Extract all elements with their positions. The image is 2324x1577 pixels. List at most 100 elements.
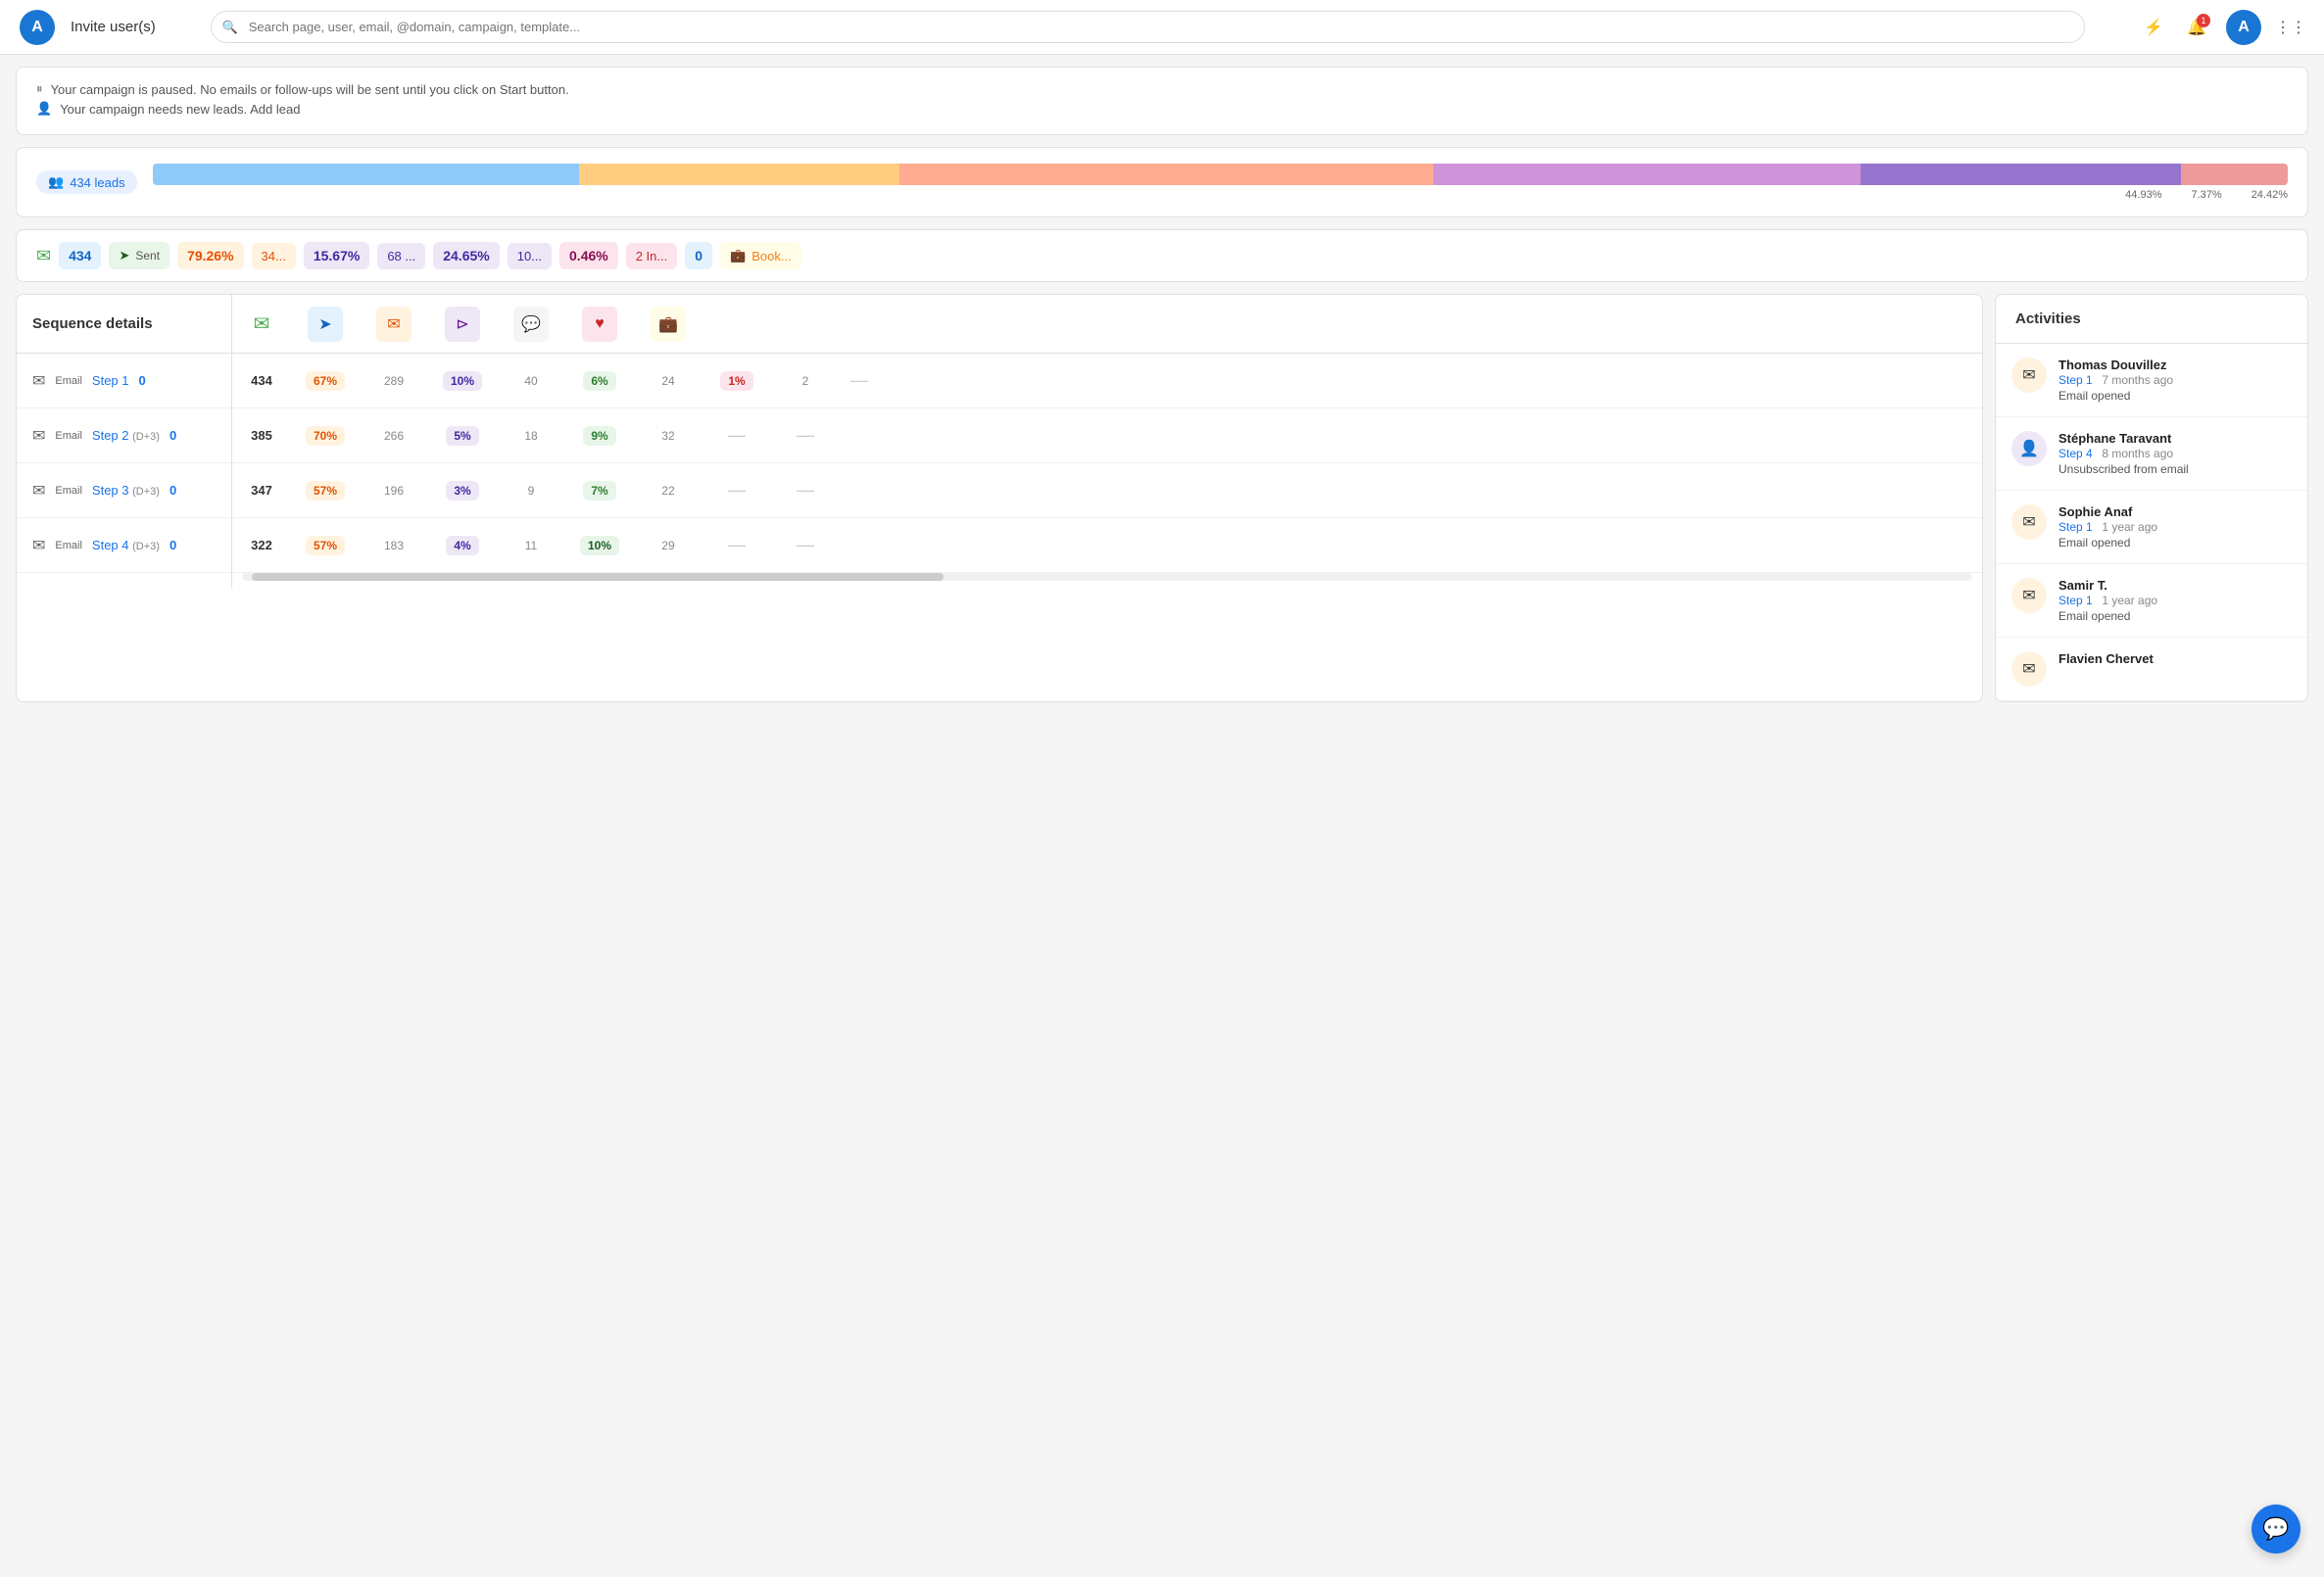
r1-click-pct: 10% bbox=[428, 373, 497, 388]
stat-val1[interactable]: 34... bbox=[252, 243, 296, 269]
r2-sent: 385 bbox=[232, 428, 291, 443]
r2-open-pct: 70% bbox=[291, 428, 360, 443]
step-row-4: ✉ Email Step 4 (D+3) 0 bbox=[17, 518, 231, 573]
stat-pct4[interactable]: 0.46% bbox=[559, 242, 618, 269]
sent-arrow-icon: ➤ bbox=[119, 248, 129, 263]
col-reply-btn[interactable]: 💬 bbox=[513, 307, 549, 342]
act-desc-1: Email opened bbox=[2058, 389, 2292, 403]
sequence-panel: Sequence details ✉ Email Step 1 0 ✉ Emai… bbox=[16, 294, 1983, 702]
email-icon-step1: ✉ bbox=[32, 371, 45, 391]
r1-open-num: 289 bbox=[360, 374, 428, 388]
email-icon-step2: ✉ bbox=[32, 426, 45, 446]
col-brief-icon: 💼 bbox=[634, 307, 702, 342]
act-step-2[interactable]: Step 4 bbox=[2058, 447, 2093, 460]
stat-val6[interactable]: 💼 Book... bbox=[720, 242, 801, 269]
r3-reply-pct: 7% bbox=[565, 483, 634, 498]
bar-orange[interactable]: = Opened / Sent Click to show related ac… bbox=[579, 164, 899, 185]
activity-item-2: 👤 Stéphane Taravant Step 4 8 months ago … bbox=[1996, 417, 2307, 491]
lightning-icon[interactable]: ⚡ bbox=[2140, 14, 2167, 41]
act-avatar-1: ✉ bbox=[2011, 358, 2047, 393]
step3-link[interactable]: Step 3 (D+3) bbox=[92, 483, 160, 498]
stat-val5[interactable]: 0 bbox=[685, 242, 712, 269]
act-time-1: 7 months ago bbox=[2102, 373, 2173, 387]
step2-link[interactable]: Step 2 (D+3) bbox=[92, 428, 160, 443]
step4-link[interactable]: Step 4 (D+3) bbox=[92, 538, 160, 552]
bell-icon[interactable]: 🔔 1 bbox=[2183, 14, 2210, 41]
seq-left: Sequence details ✉ Email Step 1 0 ✉ Emai… bbox=[17, 295, 232, 589]
act-time-4: 1 year ago bbox=[2102, 594, 2157, 607]
r2-bounce-num: — bbox=[771, 425, 840, 446]
step-row-1: ✉ Email Step 1 0 bbox=[17, 354, 231, 408]
grid-icon[interactable]: ⋮⋮ bbox=[2277, 14, 2304, 41]
banner: ⏸ Your campaign is paused. No emails or … bbox=[16, 67, 2308, 135]
col-brief-btn[interactable]: 💼 bbox=[651, 307, 686, 342]
activity-item-3: ✉ Sophie Anaf Step 1 1 year ago Email op… bbox=[1996, 491, 2307, 564]
col-heart-btn[interactable]: ♥ bbox=[582, 307, 617, 342]
r4-click-pct: 4% bbox=[428, 538, 497, 552]
r1-reply-num: 24 bbox=[634, 374, 702, 388]
col-open-btn[interactable]: ✉ bbox=[376, 307, 412, 342]
r1-bounce-pct: 1% bbox=[702, 373, 771, 388]
act-meta-2: Step 4 8 months ago bbox=[2058, 446, 2292, 460]
r1-click-num: 40 bbox=[497, 374, 565, 388]
r3-sent: 347 bbox=[232, 483, 291, 498]
stat-val3[interactable]: 10... bbox=[508, 243, 552, 269]
stat-pct3[interactable]: 24.65% bbox=[433, 242, 499, 269]
step1-link[interactable]: Step 1 bbox=[92, 373, 129, 388]
seq-right-inner: ✉ ➤ ✉ ⊳ 💬 ♥ bbox=[232, 295, 1982, 581]
r4-open-num: 183 bbox=[360, 539, 428, 552]
act-time-2: 8 months ago bbox=[2102, 447, 2173, 460]
stat-val2[interactable]: 68 ... bbox=[377, 243, 425, 269]
stat-val4[interactable]: 2 In... bbox=[626, 243, 678, 269]
r3-open-pct: 57% bbox=[291, 483, 360, 498]
data-row-4: 322 57% 183 4% 11 10% 29 — — bbox=[232, 518, 1982, 573]
act-desc-2: Unsubscribed from email bbox=[2058, 462, 2292, 476]
r4-click-num: 11 bbox=[497, 539, 565, 552]
search-input[interactable] bbox=[211, 11, 2085, 43]
r1-reply-pct: 6% bbox=[565, 373, 634, 388]
act-step-1[interactable]: Step 1 bbox=[2058, 373, 2093, 387]
act-desc-4: Email opened bbox=[2058, 609, 2292, 623]
chat-button[interactable]: 💬 bbox=[2251, 1505, 2300, 1553]
scrollbar-thumb[interactable] bbox=[252, 573, 944, 581]
stat-count[interactable]: 434 bbox=[59, 242, 101, 269]
col-send-btn[interactable]: ➤ bbox=[308, 307, 343, 342]
act-name-2: Stéphane Taravant bbox=[2058, 431, 2292, 446]
seq-title: Sequence details bbox=[17, 295, 231, 354]
header-title: Invite user(s) bbox=[71, 19, 156, 35]
col-click-btn[interactable]: ⊳ bbox=[445, 307, 480, 342]
activity-item-1: ✉ Thomas Douvillez Step 1 7 months ago E… bbox=[1996, 344, 2307, 417]
table-outer: Sequence details ✉ Email Step 1 0 ✉ Emai… bbox=[17, 295, 1982, 589]
header-icons: ⚡ 🔔 1 A ⋮⋮ bbox=[2140, 10, 2304, 45]
email-icon-step3: ✉ bbox=[32, 481, 45, 501]
act-step-4[interactable]: Step 1 bbox=[2058, 594, 2093, 607]
act-avatar-3: ✉ bbox=[2011, 504, 2047, 540]
avatar-right[interactable]: A bbox=[2226, 10, 2261, 45]
scrollbar-track[interactable] bbox=[242, 573, 1972, 581]
act-content-4: Samir T. Step 1 1 year ago Email opened bbox=[2058, 578, 2292, 623]
progress-bar: = Opened / Sent Click to show related ac… bbox=[153, 164, 2288, 185]
step2-badge: 0 bbox=[169, 428, 176, 443]
r4-reply-num: 29 bbox=[634, 539, 702, 552]
r3-reply-num: 22 bbox=[634, 484, 702, 498]
stat-pct2[interactable]: 15.67% bbox=[304, 242, 369, 269]
avatar-left[interactable]: A bbox=[20, 10, 55, 45]
data-row-1: 434 67% 289 10% 40 6% 24 1% 2 — bbox=[232, 354, 1982, 408]
email-label-4: Email bbox=[55, 540, 82, 551]
stat-sent[interactable]: ➤ Sent bbox=[109, 242, 169, 269]
col-email-icon: ✉ bbox=[232, 311, 291, 336]
r3-bounce-pct: — bbox=[702, 480, 771, 501]
col-send-icon: ➤ bbox=[291, 307, 360, 342]
r2-click-num: 18 bbox=[497, 429, 565, 443]
leads-count[interactable]: 👥 434 leads bbox=[36, 170, 137, 194]
step-row-2: ✉ Email Step 2 (D+3) 0 bbox=[17, 408, 231, 463]
act-time-3: 1 year ago bbox=[2102, 520, 2157, 534]
stat-pct1[interactable]: 79.26% bbox=[177, 242, 243, 269]
leads-section: 👥 434 leads = Opened / Sent Click to sho… bbox=[16, 147, 2308, 217]
r4-bounce-pct: — bbox=[702, 535, 771, 555]
act-step-3[interactable]: Step 1 bbox=[2058, 520, 2093, 534]
act-name-1: Thomas Douvillez bbox=[2058, 358, 2292, 372]
act-content-1: Thomas Douvillez Step 1 7 months ago Ema… bbox=[2058, 358, 2292, 403]
banner-line2: 👤 Your campaign needs new leads. Add lea… bbox=[36, 101, 2288, 117]
notif-badge: 1 bbox=[2197, 14, 2210, 27]
